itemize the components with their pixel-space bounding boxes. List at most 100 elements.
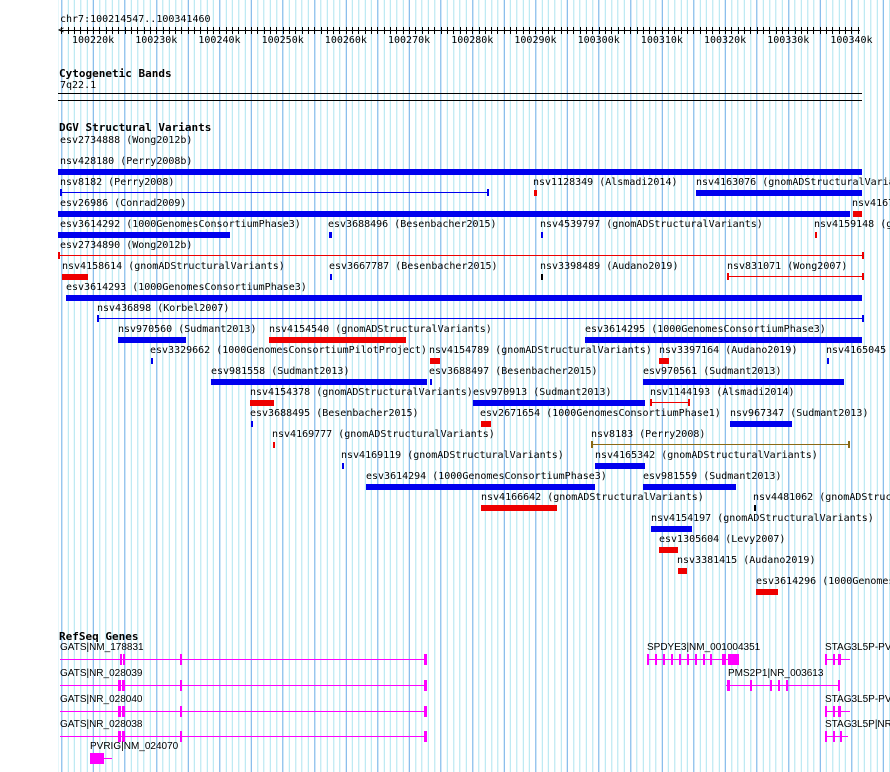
gene-label[interactable]: GATS|NR_028038 — [60, 719, 142, 730]
variant-feature[interactable] — [591, 444, 848, 445]
variant-label[interactable]: nsv3381415 (Audano2019) — [677, 555, 815, 566]
variant-label[interactable]: esv3614296 (1000Genomes — [756, 576, 890, 587]
gene-label[interactable]: SPDYE3|NM_001004351 — [647, 642, 760, 653]
variant-label[interactable]: esv981559 (Sudmant2013) — [643, 471, 781, 482]
variant-feature[interactable] — [430, 379, 432, 385]
variant-feature[interactable] — [696, 190, 862, 196]
variant-feature[interactable] — [58, 232, 230, 238]
gene-intron-line[interactable] — [60, 685, 425, 686]
variant-label[interactable]: esv3688495 (Besenbacher2015) — [250, 408, 419, 419]
variant-feature[interactable] — [481, 421, 491, 427]
gene-intron-line[interactable] — [726, 685, 838, 686]
variant-feature[interactable] — [251, 421, 253, 427]
gene-label[interactable]: GATS|NR_028040 — [60, 694, 142, 705]
variant-label[interactable]: nsv4154789 (gnomADStructuralVariants) — [429, 345, 652, 356]
variant-feature[interactable] — [678, 568, 687, 574]
gene-intron-line[interactable] — [60, 736, 425, 737]
variant-feature[interactable] — [366, 484, 595, 490]
variant-label[interactable]: nsv4167 — [852, 198, 890, 209]
variant-label[interactable]: nsv4165045 — [826, 345, 886, 356]
variant-label[interactable]: nsv4481062 (gnomADStructuralVariants — [753, 492, 890, 503]
variant-feature[interactable] — [430, 358, 440, 364]
variant-feature[interactable] — [211, 379, 427, 385]
variant-feature[interactable] — [58, 211, 850, 217]
gene-intron-line[interactable] — [60, 659, 425, 660]
variant-feature[interactable] — [754, 505, 756, 511]
variant-feature[interactable] — [534, 190, 537, 196]
variant-label[interactable]: nsv967347 (Sudmant2013) — [730, 408, 868, 419]
variant-label[interactable]: esv981558 (Sudmant2013) — [211, 366, 349, 377]
variant-feature[interactable] — [853, 211, 862, 217]
variant-label[interactable]: nsv1144193 (Alsmadi2014) — [650, 387, 795, 398]
variant-label[interactable]: esv3614292 (1000GenomesConsortiumPhase3) — [60, 219, 301, 230]
variant-feature[interactable] — [329, 232, 332, 238]
variant-label[interactable]: esv3688496 (Besenbacher2015) — [328, 219, 497, 230]
variant-label[interactable]: nsv436898 (Korbel2007) — [97, 303, 229, 314]
variant-label[interactable]: nsv4169119 (gnomADStructuralVariants) — [341, 450, 564, 461]
variant-label[interactable]: nsv1128349 (Alsmadi2014) — [533, 177, 678, 188]
variant-feature[interactable] — [60, 192, 487, 193]
variant-label[interactable]: nsv970560 (Sudmant2013) — [118, 324, 256, 335]
variant-label[interactable]: esv3688497 (Besenbacher2015) — [429, 366, 598, 377]
variant-feature[interactable] — [541, 274, 543, 280]
variant-feature[interactable] — [250, 400, 274, 406]
variant-label[interactable]: esv2671654 (1000GenomesConsortiumPhase1) — [480, 408, 721, 419]
gene-label[interactable]: STAG3L5P-PV — [825, 642, 890, 653]
variant-feature[interactable] — [62, 274, 88, 280]
variant-feature[interactable] — [151, 358, 153, 364]
variant-label[interactable]: nsv4539797 (gnomADStructuralVariants) — [540, 219, 763, 230]
variant-label[interactable]: nsv4165342 (gnomADStructuralVariants) — [595, 450, 818, 461]
variant-feature[interactable] — [643, 379, 844, 385]
variant-feature[interactable] — [651, 526, 692, 532]
variant-label[interactable]: esv970913 (Sudmant2013) — [473, 387, 611, 398]
variant-feature[interactable] — [727, 276, 862, 277]
gene-label[interactable]: PVRIG|NM_024070 — [90, 741, 178, 752]
variant-label[interactable]: esv26986 (Conrad2009) — [60, 198, 186, 209]
gene-label[interactable]: STAG3L5P-PV — [825, 694, 890, 705]
variant-label[interactable]: esv2734890 (Wong2012b) — [60, 240, 192, 251]
variant-feature[interactable] — [58, 255, 862, 256]
variant-label[interactable]: esv1305604 (Levy2007) — [659, 534, 785, 545]
variant-label[interactable]: nsv8183 (Perry2008) — [591, 429, 705, 440]
variant-label[interactable]: esv3614295 (1000GenomesConsortiumPhase3) — [585, 324, 826, 335]
gene-intron-line[interactable] — [825, 736, 848, 737]
variant-feature[interactable] — [585, 337, 862, 343]
variant-label[interactable]: nsv4163076 (gnomADStructuralVaria — [696, 177, 890, 188]
variant-label[interactable]: esv3614293 (1000GenomesConsortiumPhase3) — [66, 282, 307, 293]
variant-label[interactable]: nsv4159148 (g — [814, 219, 890, 230]
variant-feature[interactable] — [97, 318, 862, 319]
variant-feature[interactable] — [659, 358, 669, 364]
variant-feature[interactable] — [58, 169, 862, 175]
gene-label[interactable]: STAG3L5P|NR — [825, 719, 890, 730]
variant-feature[interactable] — [730, 421, 792, 427]
variant-label[interactable]: nsv3398489 (Audano2019) — [540, 261, 678, 272]
gene-label[interactable]: GATS|NM_178831 — [60, 642, 144, 653]
variant-label[interactable]: nsv4154540 (gnomADStructuralVariants) — [269, 324, 492, 335]
variant-label[interactable]: esv3614294 (1000GenomesConsortiumPhase3) — [366, 471, 607, 482]
variant-label[interactable]: nsv4154197 (gnomADStructuralVariants) — [651, 513, 874, 524]
variant-label[interactable]: nsv4158614 (gnomADStructuralVariants) — [62, 261, 285, 272]
variant-label[interactable]: nsv831071 (Wong2007) — [727, 261, 847, 272]
variant-feature[interactable] — [650, 402, 688, 403]
variant-label[interactable]: esv970561 (Sudmant2013) — [643, 366, 781, 377]
variant-feature[interactable] — [269, 337, 406, 343]
variant-label[interactable]: nsv4154378 (gnomADStructuralVariants) — [250, 387, 473, 398]
variant-label[interactable]: nsv4169777 (gnomADStructuralVariants) — [272, 429, 495, 440]
variant-feature[interactable] — [66, 295, 862, 301]
variant-feature[interactable] — [342, 463, 344, 469]
variant-feature[interactable] — [827, 358, 829, 364]
variant-feature[interactable] — [481, 505, 557, 511]
variant-feature[interactable] — [595, 463, 645, 469]
gene-label[interactable]: PMS2P1|NR_003613 — [728, 668, 823, 679]
variant-feature[interactable] — [473, 400, 645, 406]
variant-label[interactable]: esv2734888 (Wong2012b) — [60, 135, 192, 146]
gene-intron-line[interactable] — [60, 711, 425, 712]
variant-label[interactable]: nsv428180 (Perry2008b) — [60, 156, 192, 167]
variant-feature[interactable] — [330, 274, 332, 280]
gene-label[interactable]: GATS|NR_028039 — [60, 668, 142, 679]
variant-feature[interactable] — [118, 337, 186, 343]
variant-label[interactable]: esv3329662 (1000GenomesConsortiumPilotPr… — [150, 345, 427, 356]
variant-label[interactable]: nsv4166642 (gnomADStructuralVariants) — [481, 492, 704, 503]
variant-feature[interactable] — [815, 232, 817, 238]
variant-feature[interactable] — [659, 547, 678, 553]
